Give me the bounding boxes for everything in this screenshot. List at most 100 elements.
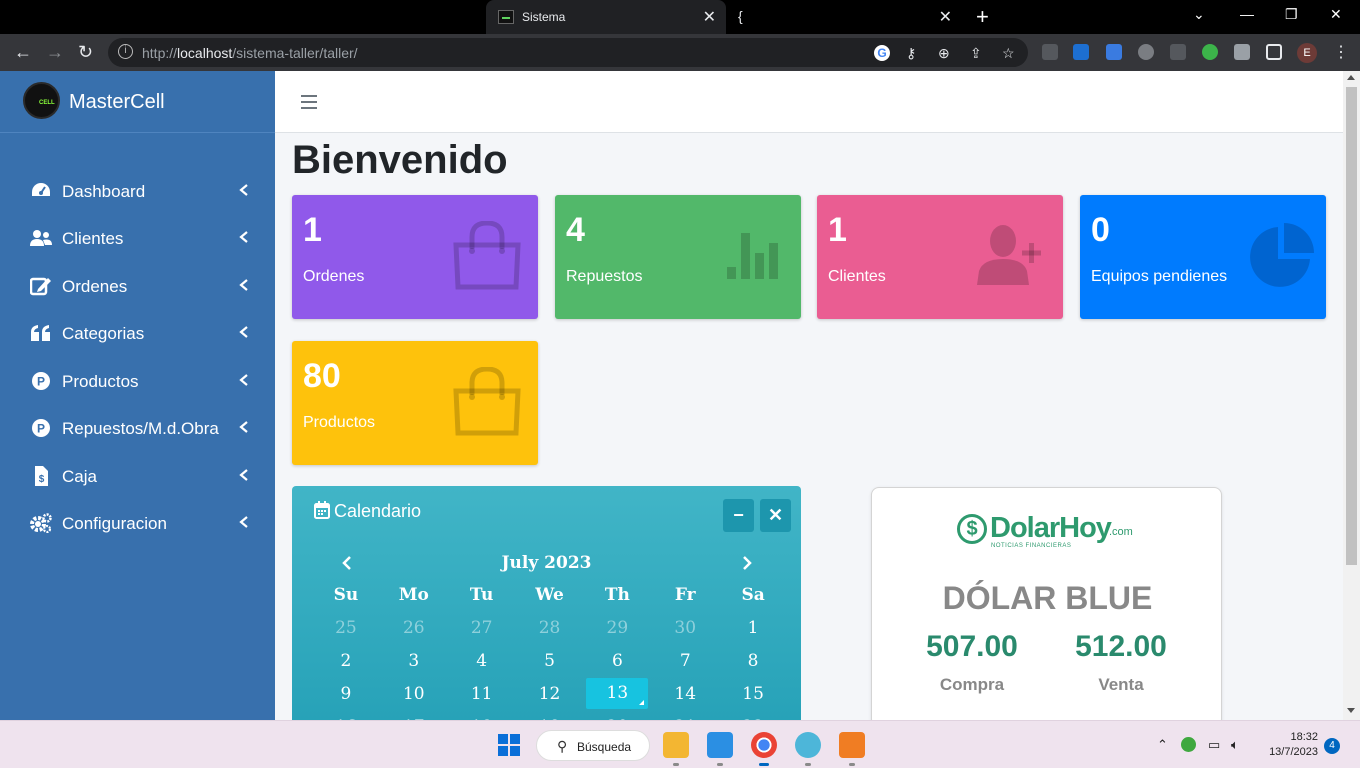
calendar-day[interactable]: 27 (448, 618, 516, 638)
volume-icon[interactable]: 🔈︎ (1231, 737, 1239, 753)
side-panel-icon[interactable] (1266, 44, 1282, 60)
buy-value: 507.00 (926, 630, 1018, 663)
calendar-weekday-row: Su Mo Tu We Th Fr Sa (312, 578, 787, 611)
calendar-day[interactable]: 25 (312, 618, 380, 638)
calendar-day[interactable]: 14 (651, 684, 719, 704)
window-close-icon[interactable]: ✕ (1330, 6, 1342, 23)
sidebar-item-clientes[interactable]: Clientes (0, 218, 275, 258)
extension-docs-icon[interactable] (1106, 44, 1122, 60)
new-tab-icon[interactable]: + (976, 4, 989, 30)
browser-tab-2[interactable]: { ✕ (730, 0, 960, 34)
bookmark-star-icon[interactable]: ☆ (1002, 45, 1015, 62)
stat-box-clientes[interactable]: 1 Clientes (817, 195, 1063, 319)
extension-fi-icon[interactable] (1073, 44, 1089, 60)
calendar-day[interactable]: 4 (448, 651, 516, 671)
sidebar-item-ordenes[interactable]: Ordenes (0, 266, 275, 306)
extension-play-icon[interactable] (1170, 44, 1186, 60)
stat-box-productos[interactable]: 80 Productos (292, 341, 538, 465)
browser-menu-icon[interactable]: ⋮ (1333, 42, 1349, 62)
calendar-day[interactable]: 29 (583, 618, 651, 638)
calendar-day[interactable]: 3 (380, 651, 448, 671)
calendar-month[interactable]: July 2023 (292, 553, 801, 573)
extensions-puzzle-icon[interactable] (1234, 44, 1250, 60)
network-icon[interactable]: ▭ (1208, 737, 1220, 753)
sidebar-item-configuracion[interactable]: Configuracion (0, 503, 275, 543)
calendar-day[interactable]: 5 (516, 651, 584, 671)
sidebar-item-label: Repuestos/M.d.Obra (62, 419, 219, 438)
app-icon[interactable] (795, 732, 821, 758)
calendar-close-button[interactable]: ✕ (760, 499, 791, 532)
restore-icon[interactable]: ❐ (1285, 6, 1298, 23)
calendar-day[interactable]: 12 (516, 684, 584, 704)
dolarhoy-logo[interactable]: $ DolarHoy .com NOTICIAS FINANCIERAS (957, 512, 1137, 549)
minimize-icon[interactable]: — (1240, 6, 1254, 22)
sidebar-item-caja[interactable]: $ Caja (0, 456, 275, 496)
back-icon[interactable]: ← (14, 42, 32, 63)
forward-icon[interactable]: → (46, 42, 64, 63)
edit-icon (30, 277, 51, 296)
file-explorer-icon[interactable] (663, 732, 689, 758)
google-icon[interactable]: G (874, 45, 890, 61)
share-icon[interactable]: ⇪ (970, 45, 982, 62)
tab-close-icon-2[interactable]: ✕ (939, 7, 952, 27)
calendar-day[interactable]: 11 (448, 684, 516, 704)
tab-title-2: { (738, 8, 743, 24)
reload-icon[interactable]: ↻ (78, 42, 93, 63)
profile-avatar[interactable]: E (1297, 43, 1317, 63)
stat-box-equipos[interactable]: 0 Equipos pendienes (1080, 195, 1326, 319)
sidebar-item-dashboard[interactable]: Dashboard (0, 171, 275, 211)
tray-chevron-up-icon[interactable]: ⌃ (1157, 737, 1168, 753)
notifications-badge[interactable]: 4 (1324, 738, 1340, 754)
sidebar-item-categorias[interactable]: Categorias (0, 313, 275, 353)
calendar-day[interactable]: 8 (719, 651, 787, 671)
calendar-day-today[interactable]: 13 (586, 678, 649, 709)
brand[interactable]: MasterCell (0, 71, 275, 133)
calendar-day[interactable]: 9 (312, 684, 380, 704)
taskbar-search[interactable]: ⚲ Búsqueda (536, 730, 650, 761)
calendar-day[interactable]: 2 (312, 651, 380, 671)
extension-frog-icon[interactable] (1202, 44, 1218, 60)
browser-tab-active[interactable]: Sistema ✕ (486, 0, 726, 34)
taskbar-clock[interactable]: 18:32 13/7/2023 (1262, 730, 1318, 760)
calendar-day[interactable]: 28 (516, 618, 584, 638)
extension-recycle-icon[interactable] (1042, 44, 1058, 60)
calendar-day[interactable]: 10 (380, 684, 448, 704)
address-bar[interactable]: i http://localhost/sistema-taller/taller… (108, 38, 1028, 67)
sell-value: 512.00 (1075, 630, 1167, 663)
key-icon[interactable]: ⚷ (906, 45, 916, 62)
calendar-day[interactable]: 1 (719, 618, 787, 638)
hamburger-menu-icon[interactable] (301, 95, 317, 109)
calendar-next-icon[interactable] (741, 555, 753, 571)
pie-chart-icon (1250, 223, 1314, 287)
scrollbar-thumb[interactable] (1346, 87, 1357, 565)
calendar-day[interactable]: 15 (719, 684, 787, 704)
vscode-icon[interactable] (707, 732, 733, 758)
sidebar-item-repuestos[interactable]: P Repuestos/M.d.Obra (0, 408, 275, 448)
scroll-up-icon[interactable] (1347, 75, 1355, 80)
tray-app-icon[interactable] (1181, 737, 1196, 752)
svg-text:P: P (37, 422, 45, 436)
stat-box-ordenes[interactable]: 1 Ordenes (292, 195, 538, 319)
site-info-icon[interactable]: i (118, 44, 133, 59)
calendar-collapse-button[interactable]: − (723, 499, 754, 532)
buy-label: Compra (939, 675, 1005, 694)
sell-label: Venta (1098, 675, 1144, 694)
tab-search-icon[interactable]: ⌄ (1193, 6, 1205, 23)
xampp-icon[interactable] (839, 732, 865, 758)
calendar-day[interactable]: 7 (651, 651, 719, 671)
sidebar-item-label: Configuracion (62, 514, 167, 533)
zoom-icon[interactable]: ⊕ (938, 45, 950, 62)
chrome-icon[interactable] (751, 732, 777, 758)
scroll-down-icon[interactable] (1347, 708, 1355, 713)
tab-close-icon[interactable]: ✕ (703, 7, 716, 27)
stat-value: 1 (303, 211, 322, 249)
url-text[interactable]: http://localhost/sistema-taller/taller/ (142, 45, 358, 61)
calendar-day[interactable]: 6 (583, 651, 651, 671)
extension-cat-icon[interactable] (1138, 44, 1154, 60)
calendar-day[interactable]: 26 (380, 618, 448, 638)
windows-start-icon[interactable] (498, 734, 520, 756)
quote-icon (31, 325, 50, 341)
calendar-day[interactable]: 30 (651, 618, 719, 638)
sidebar-item-productos[interactable]: P Productos (0, 361, 275, 401)
stat-box-repuestos[interactable]: 4 Repuestos (555, 195, 801, 319)
